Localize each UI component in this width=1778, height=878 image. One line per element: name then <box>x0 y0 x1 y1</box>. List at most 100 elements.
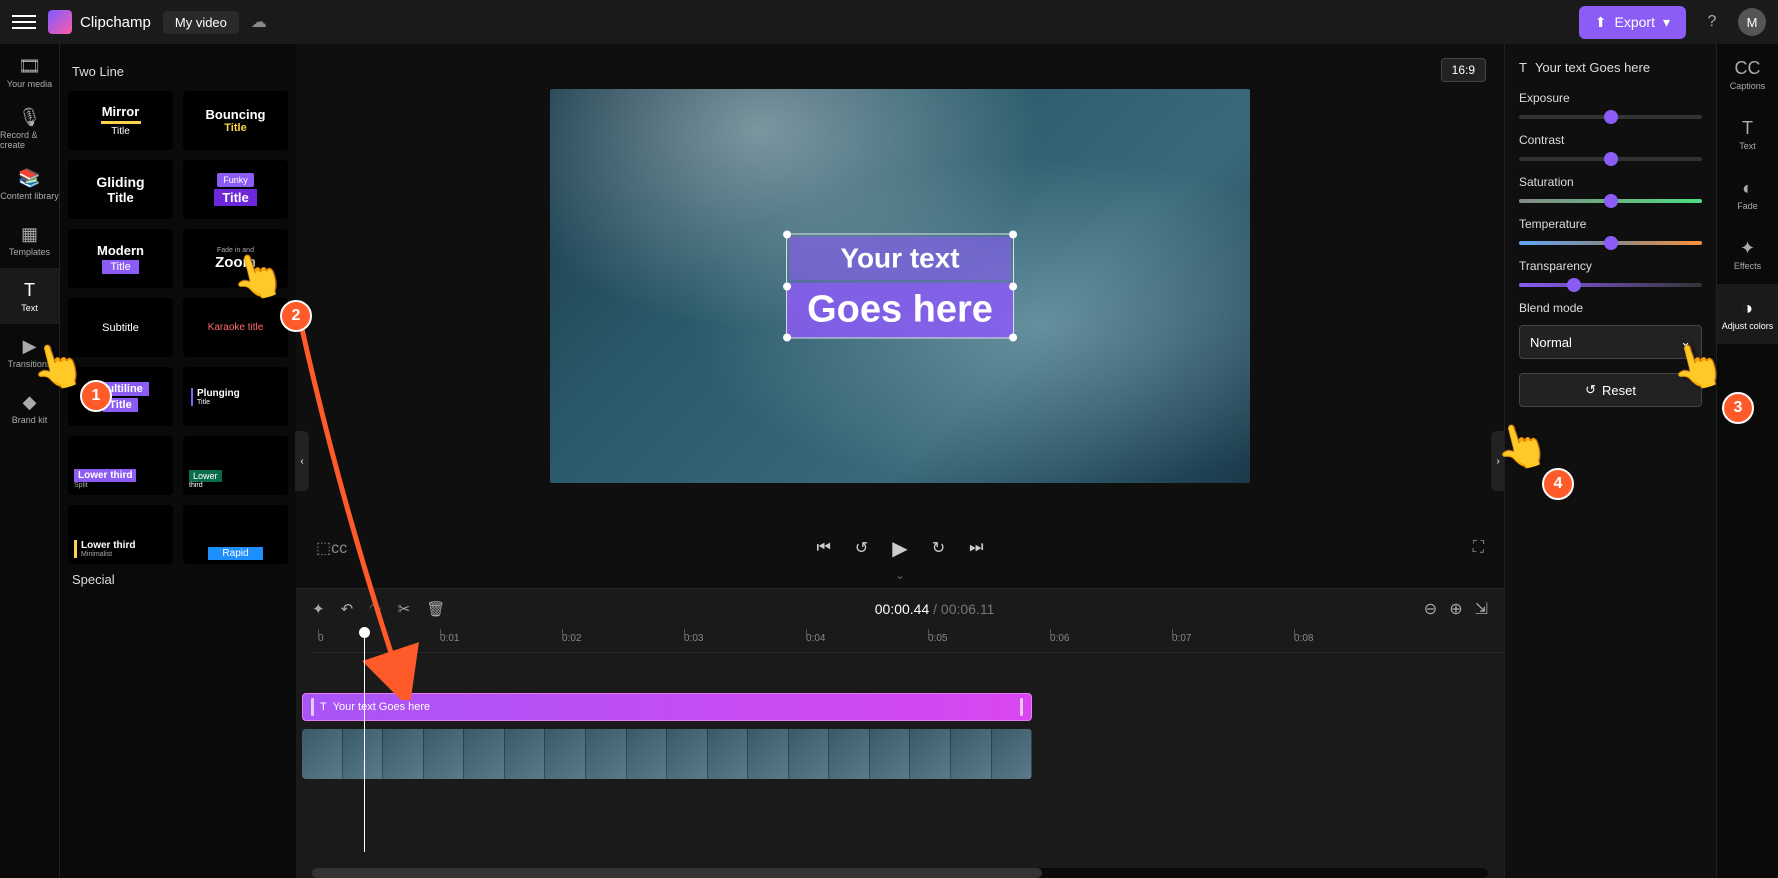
help-button[interactable]: ? <box>1698 8 1726 36</box>
template-text: Lower third <box>74 469 136 482</box>
timeline-tracks[interactable]: T Your text Goes here <box>296 653 1504 868</box>
slider-thumb[interactable] <box>1604 194 1618 208</box>
nav-brand-kit[interactable]: ◆Brand kit <box>0 380 59 436</box>
template-plunging[interactable]: PlungingTitle <box>183 367 288 426</box>
nav-text-props[interactable]: TText <box>1717 104 1778 164</box>
contrast-slider[interactable] <box>1519 157 1702 161</box>
temperature-label: Temperature <box>1519 217 1702 231</box>
template-gliding[interactable]: GlidingTitle <box>68 160 173 219</box>
template-bouncing[interactable]: BouncingTitle <box>183 91 288 150</box>
skip-end-button[interactable]: ⏭ <box>969 539 983 557</box>
clip-handle-right[interactable] <box>1020 698 1023 716</box>
forward-button[interactable]: ↻ <box>932 538 945 558</box>
transparency-slider[interactable] <box>1519 283 1702 287</box>
zoom-out-button[interactable]: ⊖ <box>1424 599 1437 619</box>
playhead[interactable] <box>364 629 365 852</box>
template-lower-third-min[interactable]: Lower thirdMinimalist <box>68 505 173 564</box>
exposure-label: Exposure <box>1519 91 1702 105</box>
slider-thumb[interactable] <box>1604 152 1618 166</box>
slider-thumb[interactable] <box>1567 278 1581 292</box>
rewind-button[interactable]: ↺ <box>855 538 868 558</box>
overlay-text-line1[interactable]: Your text <box>789 237 1011 281</box>
resize-handle[interactable] <box>783 231 791 239</box>
template-lower-third-split[interactable]: Lower thirdSplit <box>68 436 173 495</box>
aspect-ratio-button[interactable]: 16:9 <box>1441 58 1486 82</box>
nav-adjust-colors[interactable]: ◑Adjust colors <box>1717 284 1778 344</box>
collapse-left-handle[interactable]: ‹ <box>295 431 309 491</box>
clip-handle-left[interactable] <box>311 698 314 716</box>
nav-label: Templates <box>9 247 50 257</box>
nav-text[interactable]: TText <box>0 268 59 324</box>
fullscreen-button[interactable]: ⛶ <box>1473 539 1484 557</box>
template-karaoke[interactable]: Karaoke title <box>183 298 288 357</box>
video-canvas[interactable]: Your text Goes here <box>550 89 1250 483</box>
app-header: Clipchamp My video ☁ ⬆ Export ▾ ? M <box>0 0 1778 44</box>
project-name-field[interactable]: My video <box>163 11 239 34</box>
resize-handle[interactable] <box>1009 282 1017 290</box>
template-rapid[interactable]: Rapid <box>183 505 288 564</box>
text-overlay[interactable]: Your text Goes here <box>786 234 1014 339</box>
transparency-label: Transparency <box>1519 259 1702 273</box>
template-zoom[interactable]: Fade in andZoom <box>183 229 288 288</box>
nav-templates[interactable]: ▦Templates <box>0 212 59 268</box>
template-text: Title <box>107 190 134 205</box>
ruler-mark: 0:04 <box>806 633 825 644</box>
app-logo[interactable]: Clipchamp <box>48 10 151 34</box>
blend-mode-select[interactable]: Normal ⌄ <box>1519 325 1702 359</box>
nav-label: Your media <box>7 79 52 89</box>
user-avatar[interactable]: M <box>1738 8 1766 36</box>
exposure-slider[interactable] <box>1519 115 1702 119</box>
slider-thumb[interactable] <box>1604 236 1618 250</box>
zoom-in-button[interactable]: ⊕ <box>1449 599 1462 619</box>
contrast-label: Contrast <box>1519 133 1702 147</box>
slider-thumb[interactable] <box>1604 110 1618 124</box>
nav-record-create[interactable]: 🎙Record & create <box>0 100 59 156</box>
nav-effects[interactable]: ✦Effects <box>1717 224 1778 284</box>
zoom-fit-button[interactable]: ⇲ <box>1475 599 1488 619</box>
resize-handle[interactable] <box>1009 231 1017 239</box>
template-text: Multiline <box>92 382 149 396</box>
scrollbar-thumb[interactable] <box>312 868 1042 878</box>
nav-transitions[interactable]: ▶Transitions <box>0 324 59 380</box>
template-lower-third[interactable]: Lowerthird <box>183 436 288 495</box>
collapse-right-handle[interactable]: › <box>1491 431 1505 491</box>
template-text: Title <box>103 398 137 412</box>
chevron-down-icon: ▾ <box>1663 14 1670 31</box>
export-button[interactable]: ⬆ Export ▾ <box>1579 6 1686 39</box>
blend-mode-value: Normal <box>1530 335 1572 350</box>
nav-label: Captions <box>1730 81 1766 91</box>
playback-controls: ⬚cc ⏮ ↺ ▶ ↻ ⏭ ⛶ <box>296 528 1504 568</box>
play-button[interactable]: ▶ <box>892 536 907 561</box>
reset-button[interactable]: ↺ Reset <box>1519 373 1702 407</box>
timeline-ruler[interactable]: 0 0:01 0:02 0:03 0:04 0:05 0:06 0:07 0:0… <box>312 629 1504 653</box>
template-text: Split <box>74 482 88 489</box>
menu-button[interactable] <box>12 10 36 34</box>
chevron-down-icon: ⌄ <box>1680 334 1691 350</box>
resize-handle[interactable] <box>1009 334 1017 342</box>
expand-timeline-handle[interactable]: ⌄ <box>296 568 1504 588</box>
timeline-scrollbar[interactable] <box>312 868 1488 878</box>
template-multiline[interactable]: Multiline Title <box>68 367 173 426</box>
clipchamp-logo-icon <box>48 10 72 34</box>
template-text: Title <box>197 399 240 406</box>
resize-handle[interactable] <box>783 334 791 342</box>
template-text: third <box>189 482 203 489</box>
saturation-slider[interactable] <box>1519 199 1702 203</box>
export-label: Export <box>1615 14 1655 30</box>
temperature-slider[interactable] <box>1519 241 1702 245</box>
resize-handle[interactable] <box>783 282 791 290</box>
nav-your-media[interactable]: 🎞Your media <box>0 44 59 100</box>
video-clip[interactable] <box>302 729 1032 779</box>
template-text: Lower <box>189 470 222 482</box>
template-mirror[interactable]: MirrorTitle <box>68 91 173 150</box>
overlay-text-line2[interactable]: Goes here <box>787 283 1013 338</box>
nav-content-library[interactable]: 📚Content library <box>0 156 59 212</box>
template-subtitle[interactable]: Subtitle <box>68 298 173 357</box>
template-modern[interactable]: ModernTitle <box>68 229 173 288</box>
timecode-display: 00:00.44 / 00:06.11 <box>875 601 995 618</box>
nav-captions[interactable]: CCCaptions <box>1717 44 1778 104</box>
nav-fade[interactable]: ◐Fade <box>1717 164 1778 224</box>
template-text: Lower third <box>81 540 135 551</box>
skip-start-button[interactable]: ⏮ <box>816 539 830 557</box>
template-funky[interactable]: FunkyTitle <box>183 160 288 219</box>
